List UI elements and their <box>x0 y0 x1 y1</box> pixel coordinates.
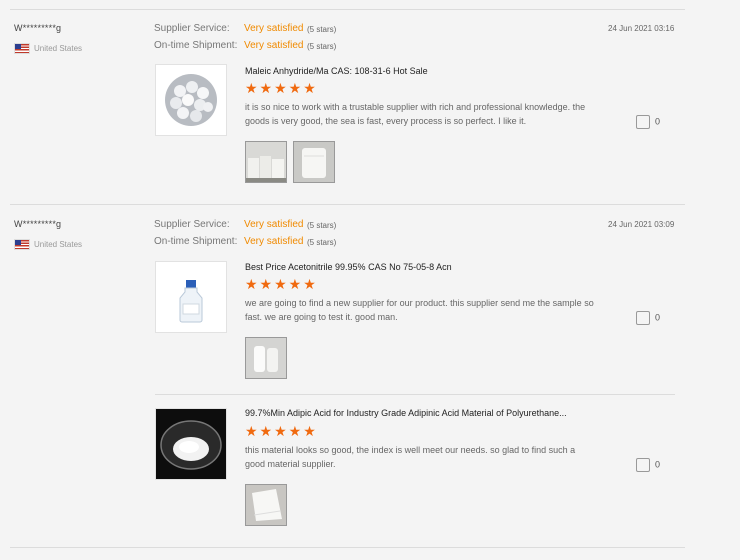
review-text: this material looks so good, the index i… <box>245 445 576 469</box>
supplier-service-value: Very satisfied <box>244 219 304 230</box>
bottle-image <box>156 262 226 332</box>
like-count: 0 <box>655 312 661 323</box>
country-label: United States <box>34 240 83 250</box>
like-count: 0 <box>655 116 661 127</box>
like-button[interactable]: 0 <box>636 115 660 129</box>
review-photo[interactable] <box>245 141 287 183</box>
ontime-label: On-time Shipment: <box>154 236 238 247</box>
thumbs-up-icon <box>636 311 650 325</box>
country-label: United States <box>34 44 83 54</box>
product-divider <box>155 394 675 395</box>
warehouse-photo <box>246 142 286 182</box>
product-thumbnail[interactable] <box>155 261 227 333</box>
review-text: it is so nice to work with a trustable s… <box>245 102 586 126</box>
bag-photo <box>294 142 334 182</box>
review-photo[interactable] <box>293 141 335 183</box>
ontime-stars: (5 stars) <box>307 238 337 247</box>
rating-stars: ★★★★★ <box>245 423 318 439</box>
thumbs-up-icon <box>636 115 650 129</box>
reviewer-name: W*********g <box>14 219 62 229</box>
us-flag-icon <box>14 239 30 251</box>
rating-stars: ★★★★★ <box>245 80 318 96</box>
supplier-service-stars: (5 stars) <box>307 221 337 230</box>
supplier-service-label: Supplier Service: <box>154 219 230 230</box>
supplier-service-value: Very satisfied <box>244 23 304 34</box>
ontime-value: Very satisfied <box>244 236 304 247</box>
reviewer-country: United States <box>14 236 82 254</box>
like-button[interactable]: 0 <box>636 458 660 472</box>
powder-dish-image <box>156 409 226 479</box>
reviewer-country: United States <box>14 40 82 58</box>
supplier-service-stars: (5 stars) <box>307 25 337 34</box>
like-count: 0 <box>655 459 661 470</box>
ontime-label: On-time Shipment: <box>154 40 238 51</box>
product-title[interactable]: Maleic Anhydride/Ma CAS: 108-31-6 Hot Sa… <box>245 66 428 76</box>
supplier-service-label: Supplier Service: <box>154 23 230 34</box>
us-flag-icon <box>14 43 30 55</box>
ontime-stars: (5 stars) <box>307 42 337 51</box>
review-photo[interactable] <box>245 337 287 379</box>
top-divider <box>10 9 685 10</box>
reviewer-name: W*********g <box>14 23 62 33</box>
pellets-image <box>165 74 217 126</box>
review-date: 24 Jun 2021 03:09 <box>608 220 675 229</box>
bottom-divider <box>10 547 685 548</box>
product-thumbnail[interactable] <box>155 64 227 136</box>
product-title[interactable]: Best Price Acetonitrile 99.95% CAS No 75… <box>245 262 452 272</box>
ontime-value: Very satisfied <box>244 40 304 51</box>
review-date: 24 Jun 2021 03:16 <box>608 24 675 33</box>
thumbs-up-icon <box>636 458 650 472</box>
white-bottles-photo <box>246 338 286 378</box>
like-button[interactable]: 0 <box>636 311 660 325</box>
review-photo[interactable] <box>245 484 287 526</box>
review-divider <box>10 204 685 205</box>
powder-bag-photo <box>246 485 286 525</box>
review-text: we are going to find a new supplier for … <box>245 298 594 322</box>
rating-stars: ★★★★★ <box>245 276 318 292</box>
product-title[interactable]: 99.7%Min Adipic Acid for Industry Grade … <box>245 408 605 418</box>
product-thumbnail[interactable] <box>155 408 227 480</box>
